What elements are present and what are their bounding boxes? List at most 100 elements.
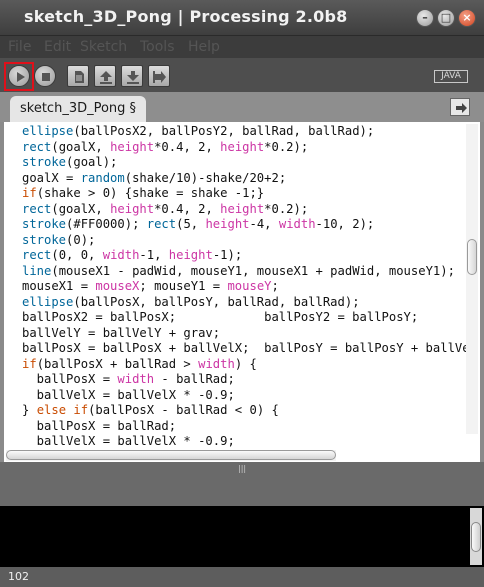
menu-bar: File Edit Sketch Tools Help xyxy=(0,36,484,58)
console xyxy=(0,506,484,567)
vertical-scroll-thumb[interactable] xyxy=(467,239,477,275)
title-bar[interactable]: sketch_3D_Pong | Processing 2.0b8 – □ × xyxy=(0,0,484,36)
divider-grip-icon[interactable]: ||| xyxy=(238,464,248,473)
code-line[interactable]: mouseX1 = mouseX; mouseY1 = mouseY; xyxy=(22,279,466,295)
code-line[interactable]: ballVelX = ballVelX * -0.9; xyxy=(22,388,466,404)
code-token: height xyxy=(110,201,155,216)
code-token: -4, xyxy=(249,217,279,231)
horizontal-scrollbar[interactable] xyxy=(6,450,336,461)
code-line[interactable]: ballPosX = ballRad; xyxy=(22,419,466,435)
code-token: (0); xyxy=(66,232,96,247)
open-button[interactable] xyxy=(94,65,116,87)
code-line[interactable]: ellipse(ballPosX2, ballPosY2, ballRad, b… xyxy=(22,124,466,140)
code-line[interactable]: } else if(ballPosX - ballRad < 0) { xyxy=(22,403,466,419)
code-token: stroke xyxy=(22,217,67,231)
code-token: (shake/10)-shake/20+2; xyxy=(124,170,287,185)
code-token: (goalX, xyxy=(51,201,111,216)
code-token: height xyxy=(205,217,250,231)
code-line[interactable]: ballPosX = width - ballRad; xyxy=(22,372,466,388)
code-line[interactable]: if(ballPosX + ballRad > width) { xyxy=(22,357,466,373)
window-title: sketch_3D_Pong | Processing 2.0b8 xyxy=(24,7,348,26)
right-arrow-icon xyxy=(456,103,467,113)
code-text[interactable]: ellipse (ballPosX2, ballPosY2, ballRad, b… xyxy=(22,124,466,448)
code-token: *0.2); xyxy=(264,139,309,154)
download-arrow-icon xyxy=(127,71,139,84)
mode-selector[interactable]: JAVA xyxy=(434,70,468,83)
code-token: rect xyxy=(146,217,177,231)
code-token: goalX = xyxy=(22,170,81,185)
code-token: stroke xyxy=(22,232,67,247)
code-token: (goal); xyxy=(66,155,118,169)
code-line[interactable]: stroke(#FF0000); rect(5, height-4, width… xyxy=(22,217,466,233)
vertical-scrollbar[interactable] xyxy=(466,124,478,434)
code-token: height xyxy=(220,201,265,216)
close-button[interactable]: × xyxy=(458,9,476,27)
code-token: width xyxy=(198,356,235,371)
code-token: *0.2); xyxy=(264,201,309,216)
tab-sketch[interactable]: sketch_3D_Pong § xyxy=(10,96,147,122)
code-line[interactable]: ballPosX2 = ballPosX; ballPosY2 = ballPo… xyxy=(22,310,466,326)
code-token: (ballPosX - ballRad < 0) { xyxy=(88,403,279,417)
code-token: } xyxy=(22,403,37,417)
export-icon xyxy=(153,71,166,83)
code-line[interactable]: ballVelX = ballVelX * -0.9; xyxy=(22,434,466,448)
menu-edit[interactable]: Edit xyxy=(44,39,71,55)
code-token: ellipse xyxy=(22,294,74,309)
stop-button[interactable] xyxy=(34,65,56,87)
code-token: mouseX xyxy=(95,279,140,293)
export-button[interactable] xyxy=(148,65,170,87)
code-token: -10, 2); xyxy=(315,217,375,231)
maximize-button[interactable]: □ xyxy=(437,9,455,27)
code-line[interactable]: rect(goalX, height*0.4, 2, height*0.2); xyxy=(22,140,466,156)
code-line[interactable]: rect(0, 0, width-1, height-1); xyxy=(22,248,466,264)
code-token: ballPosX = ballPosX + ballVelX; ballPosY… xyxy=(22,341,466,355)
code-token: stroke xyxy=(22,155,67,169)
code-token: ballPosX = xyxy=(22,372,118,386)
code-line[interactable]: stroke(goal); xyxy=(22,155,466,171)
code-line[interactable]: stroke(0); xyxy=(22,233,466,249)
code-line[interactable]: if(shake > 0) {shake = shake -1;} xyxy=(22,186,466,202)
code-token: (ballPosX + ballRad > xyxy=(36,356,199,371)
code-token: random xyxy=(80,170,125,185)
code-token: (shake > 0) {shake = shake -1;} xyxy=(36,186,265,200)
new-button[interactable] xyxy=(67,65,89,87)
status-bar: 102 xyxy=(0,567,484,587)
code-line[interactable]: ellipse(ballPosX, ballPosY, ballRad, bal… xyxy=(22,295,466,311)
code-token: -1, xyxy=(139,248,169,262)
code-line[interactable]: goalX = random(shake/10)-shake/20+2; xyxy=(22,171,466,187)
code-token: (ballPosX, ballPosY, ballRad, ballRad); xyxy=(73,294,360,309)
console-scroll-thumb[interactable] xyxy=(471,522,481,552)
code-line[interactable]: ballVelY = ballVelY + grav; xyxy=(22,326,466,342)
code-line[interactable]: line(mouseX1 - padWid, mouseY1, mouseX1 … xyxy=(22,264,466,280)
code-token: rect xyxy=(22,201,52,216)
code-token: ballVelY = ballVelY + grav; xyxy=(22,325,221,340)
save-button[interactable] xyxy=(121,65,143,87)
run-button[interactable] xyxy=(8,65,30,87)
message-area: ||| xyxy=(0,462,484,506)
minimize-button[interactable]: – xyxy=(416,9,434,27)
code-token: line xyxy=(22,263,52,278)
code-token: ballPosX = ballRad; xyxy=(22,418,177,433)
code-token: ballVelX = ballVelX * -0.9; xyxy=(22,387,235,402)
new-file-icon xyxy=(75,71,84,83)
window-controls: – □ × xyxy=(416,9,476,27)
code-token: height xyxy=(168,248,213,262)
menu-tools[interactable]: Tools xyxy=(140,39,175,55)
menu-sketch[interactable]: Sketch xyxy=(80,39,127,55)
console-scrollbar[interactable] xyxy=(470,508,482,565)
code-token: if xyxy=(22,356,37,371)
code-token: (ballPosX2, ballPosY2, ballRad, ballRad)… xyxy=(73,124,375,138)
code-token: (mouseX1 - padWid, mouseY1, mouseX1 + pa… xyxy=(51,263,455,278)
menu-file[interactable]: File xyxy=(8,39,31,55)
code-line[interactable]: rect(goalX, height*0.4, 2, height*0.2); xyxy=(22,202,466,218)
code-token: (#FF0000); xyxy=(66,217,147,231)
stop-icon xyxy=(42,73,50,81)
horizontal-scroll-thumb[interactable] xyxy=(6,450,336,460)
code-token: ; mouseY1 = xyxy=(139,279,228,293)
code-editor[interactable]: ellipse (ballPosX2, ballPosY2, ballRad, b… xyxy=(4,122,480,462)
tab-menu-button[interactable] xyxy=(450,98,470,116)
code-line[interactable]: ballPosX = ballPosX + ballVelX; ballPosY… xyxy=(22,341,466,357)
upload-arrow-icon xyxy=(100,71,112,84)
menu-help[interactable]: Help xyxy=(188,39,220,55)
code-token: ballVelX = ballVelX * -0.9; xyxy=(22,434,235,448)
